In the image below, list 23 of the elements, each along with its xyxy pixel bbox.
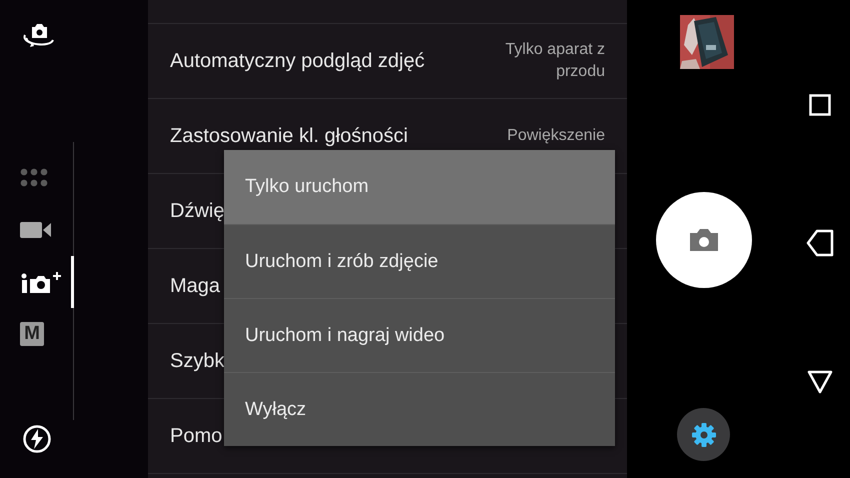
settings-row[interactable]: Automatyczny podgląd zdjęć Tylko aparat z przodu <box>148 24 627 99</box>
down-triangle-button[interactable] <box>807 370 833 394</box>
settings-icon <box>690 422 716 448</box>
back-button[interactable] <box>806 228 834 257</box>
setting-label: Pomo <box>170 424 222 448</box>
setting-value: Powiększenie <box>506 126 605 146</box>
recent-apps-button[interactable] <box>809 94 831 116</box>
setting-label: Zastosowanie kl. głośności <box>170 124 408 148</box>
menu-option[interactable]: Wyłącz <box>224 372 615 446</box>
grid-icon[interactable] <box>20 168 48 188</box>
camera-icon <box>688 227 720 253</box>
menu-option[interactable]: Uruchom i zrób zdjęcie <box>224 224 615 298</box>
manual-mode-icon[interactable]: M <box>20 322 44 346</box>
menu-option[interactable]: Tylko uruchom <box>224 150 615 224</box>
video-camera-icon[interactable] <box>20 221 52 239</box>
setting-label: Automatyczny podgląd zdjęć <box>170 50 425 72</box>
setting-value: Tylko aparat z przodu <box>504 40 605 82</box>
menu-option[interactable]: Uruchom i nagraj wideo <box>224 298 615 372</box>
setting-label: Dźwię <box>170 200 224 222</box>
flash-icon[interactable] <box>22 424 52 454</box>
setting-label: Szybk <box>170 350 224 372</box>
setting-label: Maga <box>170 274 220 298</box>
camera-plus-icon[interactable] <box>20 270 62 294</box>
